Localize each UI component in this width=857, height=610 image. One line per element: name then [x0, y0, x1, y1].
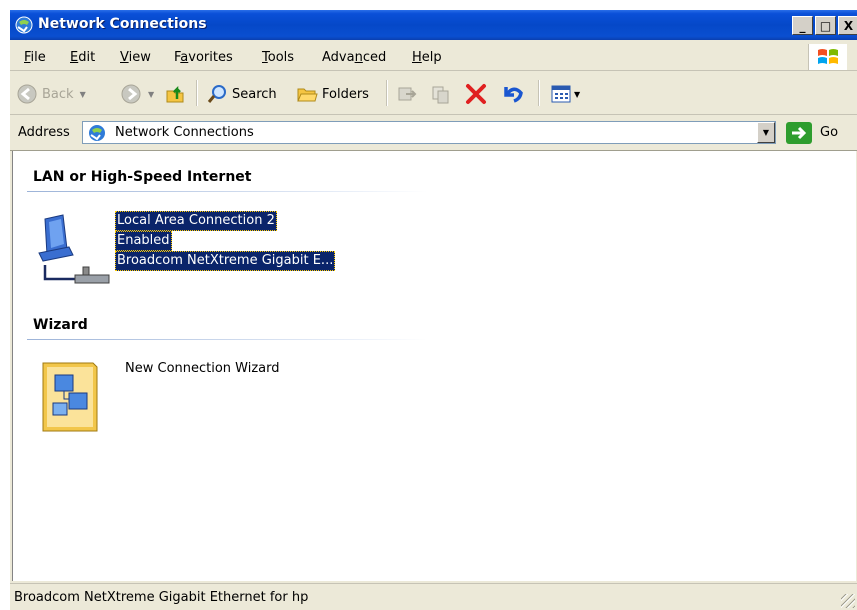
move-to-button[interactable] [396, 83, 418, 105]
forward-dropdown-icon[interactable]: ▼ [148, 90, 154, 99]
caption-buttons: _ □ X [792, 16, 857, 36]
back-dropdown-icon[interactable]: ▼ [80, 90, 86, 99]
minimize-button[interactable]: _ [792, 16, 813, 35]
undo-icon [504, 87, 523, 103]
go-arrow-icon [792, 126, 807, 140]
windows-flag-icon [818, 49, 838, 64]
toolbar-separator [196, 80, 198, 106]
connection-item-local-area-2[interactable]: Local Area Connection 2 Enabled Broadcom… [33, 211, 373, 291]
search-button[interactable]: Search [206, 83, 277, 105]
delete-button[interactable] [464, 83, 488, 105]
address-dropdown-button[interactable]: ▼ [757, 122, 775, 143]
views-button[interactable]: ▼ [550, 83, 580, 105]
wizard-name: New Connection Wizard [125, 361, 280, 376]
group-divider [27, 191, 427, 192]
menu-advanced[interactable]: Advanced [322, 50, 386, 65]
network-connections-icon [89, 125, 105, 141]
forward-button[interactable]: ▼ [120, 83, 154, 105]
go-button[interactable] [786, 122, 812, 144]
menu-help[interactable]: Help [412, 50, 442, 65]
back-button[interactable]: Back ▼ [16, 83, 86, 105]
address-label: Address [18, 125, 70, 140]
connection-name: Local Area Connection 2 [115, 211, 277, 231]
search-icon [207, 85, 226, 103]
address-bar: Address Network Connections ▼ Go [10, 116, 857, 151]
go-label[interactable]: Go [820, 125, 838, 140]
network-connections-window: Network Connections _ □ X File Edit View… [10, 10, 857, 610]
move-to-icon [398, 87, 417, 101]
group-title-lan: LAN or High-Speed Internet [33, 169, 252, 185]
connection-status: Enabled [115, 231, 172, 251]
group-divider [27, 339, 427, 340]
new-connection-wizard-icon [42, 362, 98, 432]
up-button[interactable] [164, 83, 186, 105]
file-list-view[interactable]: LAN or High-Speed Internet Local Area Co… [12, 151, 856, 581]
toolbar-separator [386, 80, 388, 106]
status-bar: Broadcom NetXtreme Gigabit Ethernet for … [10, 583, 857, 610]
address-input[interactable]: Network Connections ▼ [82, 121, 776, 144]
menu-edit[interactable]: Edit [70, 50, 95, 65]
close-button[interactable]: X [838, 16, 857, 35]
window-title: Network Connections [38, 16, 207, 32]
group-title-wizard: Wizard [33, 317, 88, 333]
up-folder-icon [166, 85, 184, 103]
menu-view[interactable]: View [120, 50, 151, 65]
windows-logo [808, 44, 847, 70]
toolbar-separator [538, 80, 540, 106]
folders-icon [297, 88, 318, 102]
back-icon [17, 84, 37, 104]
menu-favorites[interactable]: Favorites [174, 50, 233, 65]
standard-toolbar: Back ▼ ▼ Search Folders ▼ [10, 72, 857, 115]
address-value: Network Connections [115, 125, 254, 140]
copy-to-icon [432, 86, 449, 104]
resize-grip[interactable] [841, 594, 855, 608]
undo-button[interactable] [500, 83, 524, 105]
status-text: Broadcom NetXtreme Gigabit Ethernet for … [14, 590, 309, 605]
menu-tools[interactable]: Tools [262, 50, 294, 65]
maximize-button[interactable]: □ [815, 16, 836, 35]
menu-file[interactable]: File [24, 50, 46, 65]
network-connections-icon [15, 16, 33, 34]
lan-connection-icon [38, 214, 110, 284]
views-dropdown-icon[interactable]: ▼ [574, 90, 580, 99]
views-icon [551, 85, 571, 103]
menu-bar: File Edit View Favorites Tools Advanced … [10, 44, 857, 71]
new-connection-wizard-item[interactable]: New Connection Wizard [37, 359, 297, 439]
copy-to-button[interactable] [430, 83, 452, 105]
title-bar[interactable]: Network Connections _ □ X [10, 10, 857, 40]
forward-icon [121, 84, 141, 104]
delete-icon [466, 84, 486, 104]
connection-device: Broadcom NetXtreme Gigabit E... [115, 251, 336, 271]
folders-button[interactable]: Folders [296, 83, 369, 105]
